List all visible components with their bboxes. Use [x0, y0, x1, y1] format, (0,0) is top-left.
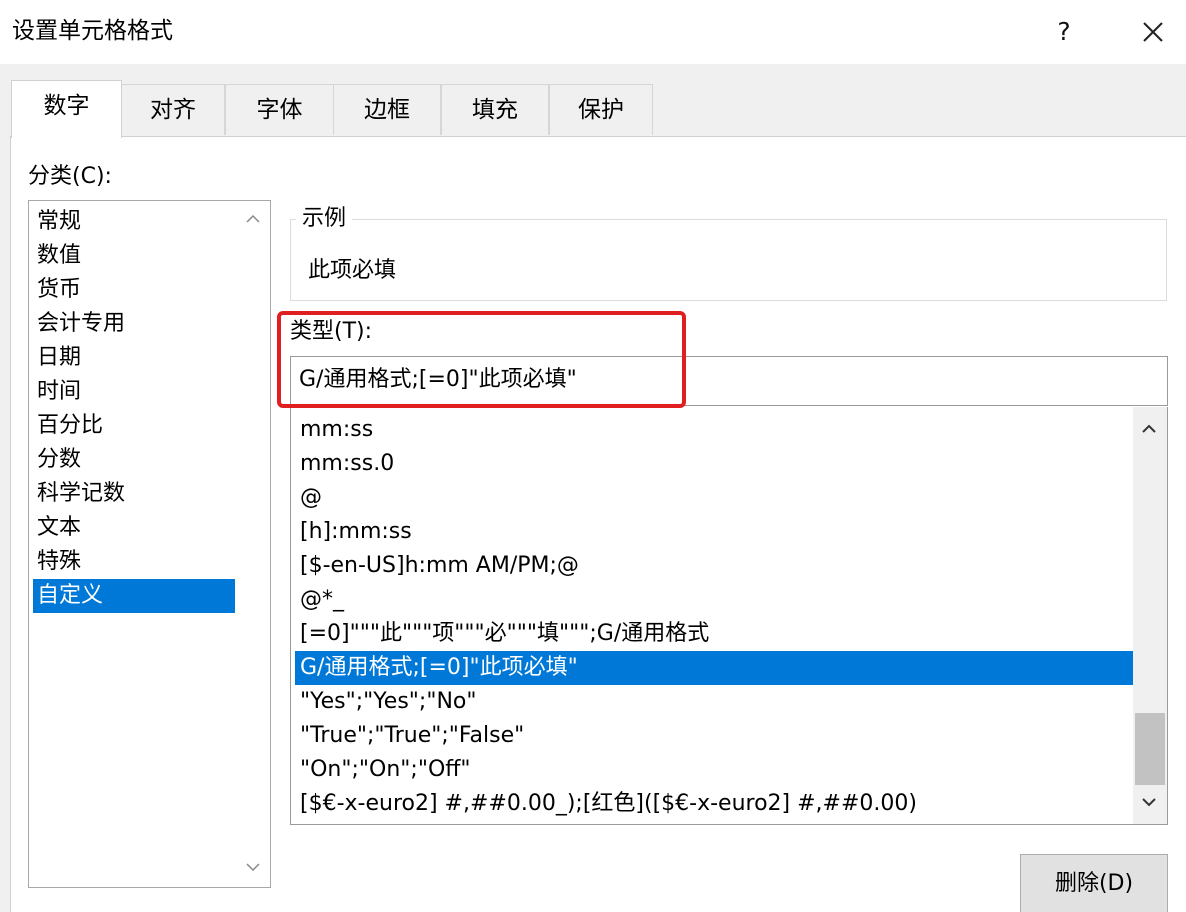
category-scroll-up-button[interactable]: [237, 205, 270, 235]
category-list[interactable]: 常规 数值 货币 会计专用 日期 时间 百分比 分数 科学记数 文本 特殊 自定…: [28, 200, 271, 888]
category-scrollbar[interactable]: [237, 201, 270, 887]
type-label: 类型(T):: [290, 319, 373, 344]
category-item-scientific[interactable]: 科学记数: [33, 477, 235, 511]
format-scroll-thumb[interactable]: [1135, 713, 1165, 785]
category-item-text[interactable]: 文本: [33, 511, 235, 545]
format-list-item[interactable]: "True";"True";"False": [295, 719, 1133, 753]
format-list-item[interactable]: @: [295, 481, 1133, 515]
format-list[interactable]: mm:ss mm:ss.0 @ [h]:mm:ss [$-en-US]h:mm …: [290, 407, 1168, 825]
category-item-number[interactable]: 数值: [33, 239, 235, 273]
sample-group: [290, 219, 1167, 301]
category-item-percentage[interactable]: 百分比: [33, 409, 235, 443]
chevron-up-icon: [1142, 424, 1156, 433]
dialog-title: 设置单元格格式: [12, 18, 173, 44]
chevron-down-icon: [246, 863, 260, 872]
format-list-scrollbar[interactable]: [1133, 407, 1167, 824]
close-button[interactable]: [1128, 10, 1178, 54]
category-item-custom[interactable]: 自定义: [33, 579, 235, 613]
chevron-up-icon: [246, 214, 260, 223]
category-item-special[interactable]: 特殊: [33, 545, 235, 579]
format-list-item[interactable]: [$€-x-euro2] #,##0.00_);[红色]([$€-x-euro2…: [295, 787, 1133, 821]
category-item-currency[interactable]: 货币: [33, 273, 235, 307]
title-bar: 设置单元格格式 ?: [0, 0, 1186, 64]
tab-font[interactable]: 字体: [225, 84, 334, 135]
category-item-date[interactable]: 日期: [33, 341, 235, 375]
tab-alignment[interactable]: 对齐: [121, 84, 225, 135]
category-scroll-down-button[interactable]: [237, 853, 270, 883]
tab-border[interactable]: 边框: [333, 84, 441, 135]
tab-protection[interactable]: 保护: [549, 84, 653, 135]
category-label: 分类(C):: [28, 164, 112, 189]
sample-value: 此项必填: [308, 258, 397, 283]
format-list-item[interactable]: [=0]"""此"""项"""必"""填""";G/通用格式: [295, 617, 1133, 651]
delete-button[interactable]: 删除(D): [1020, 854, 1168, 912]
tab-fill[interactable]: 填充: [441, 84, 549, 135]
format-list-item[interactable]: @*_: [295, 583, 1133, 617]
format-scroll-down-button[interactable]: [1133, 788, 1166, 818]
format-cells-dialog: 设置单元格格式 ? 数字 对齐 字体 边框 填充 保护 分类(C): 常规 数值…: [0, 0, 1186, 912]
type-input[interactable]: G/通用格式;[=0]"此项必填": [290, 356, 1168, 406]
category-item-general[interactable]: 常规: [33, 205, 235, 239]
format-list-item[interactable]: mm:ss.0: [295, 447, 1133, 481]
format-list-item-selected[interactable]: G/通用格式;[=0]"此项必填": [295, 651, 1133, 685]
format-list-item[interactable]: "Yes";"Yes";"No": [295, 685, 1133, 719]
sample-legend: 示例: [296, 204, 353, 234]
format-scroll-up-button[interactable]: [1133, 415, 1166, 445]
chevron-down-icon: [1142, 798, 1156, 807]
format-list-item[interactable]: [h]:mm:ss: [295, 515, 1133, 549]
format-list-item[interactable]: [$-en-US]h:mm AM/PM;@: [295, 549, 1133, 583]
format-list-item[interactable]: "On";"On";"Off": [295, 753, 1133, 787]
category-item-time[interactable]: 时间: [33, 375, 235, 409]
category-item-accounting[interactable]: 会计专用: [33, 307, 235, 341]
category-item-fraction[interactable]: 分数: [33, 443, 235, 477]
help-button[interactable]: ?: [1040, 10, 1088, 54]
format-list-item[interactable]: mm:ss: [295, 413, 1133, 447]
close-icon: [1143, 22, 1163, 42]
tab-number[interactable]: 数字: [11, 80, 122, 138]
